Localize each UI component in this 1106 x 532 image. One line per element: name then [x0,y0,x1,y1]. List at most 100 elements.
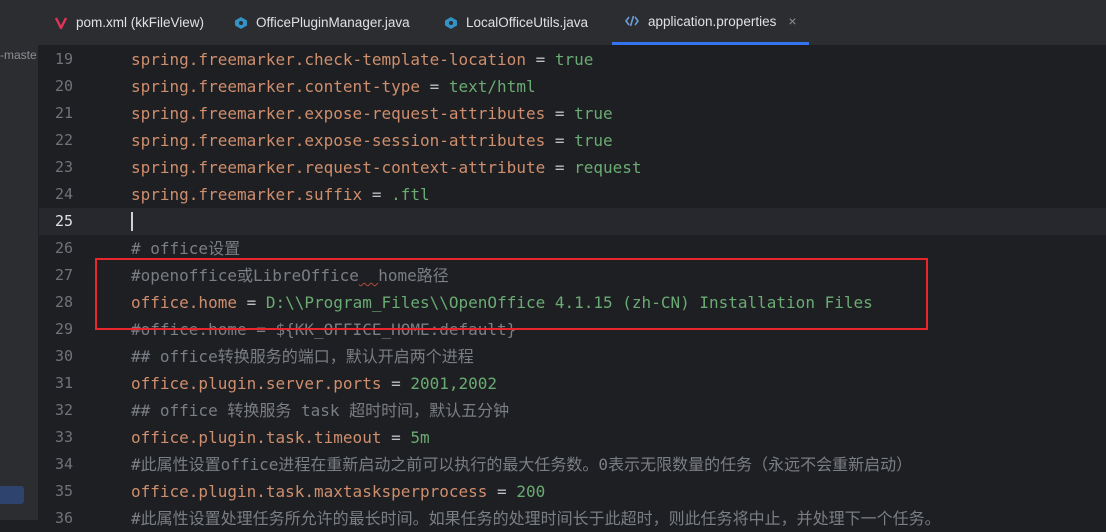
line-number: 26 [54,239,73,257]
comment-text[interactable]: # office设置 [131,235,240,262]
code-text[interactable]: spring.freemarker.expose-request-attribu… [131,100,613,127]
java-class-icon [235,16,247,29]
comment-text[interactable]: ## office转换服务的端口，默认开启两个进程 [131,343,474,370]
line-number: 35 [54,482,73,500]
equals-sign: = [545,158,575,177]
code-text[interactable]: spring.freemarker.request-context-attrib… [131,154,642,181]
code-line: 35 office.plugin.task.maxtasksperprocess… [39,478,1106,505]
code-text[interactable]: spring.freemarker.check-template-locatio… [131,46,593,73]
code-line-current: 25 [39,208,1106,235]
code-line: 19 spring.freemarker.check-template-loca… [39,46,1106,73]
equals-sign: = [236,293,266,312]
property-key: office.plugin.task.timeout [131,428,382,447]
line-number: 28 [54,293,73,311]
tab-label: application.properties [648,13,777,29]
property-value: text/html [448,77,536,96]
property-key: spring.freemarker.request-context-attrib… [131,158,546,177]
comment-text[interactable]: #openoffice或LibreOffice home路径 [131,262,449,289]
property-value: .ftl [391,185,430,204]
property-key: office.plugin.task.maxtasksperprocess [131,482,488,501]
line-number: 25 [54,212,73,230]
equals-sign: = [525,50,555,69]
text-caret [131,212,133,231]
tab-local-office-utils[interactable]: LocalOfficeUtils.java [444,0,588,45]
equals-sign: = [381,374,411,393]
code-line: 34 #此属性设置office进程在重新启动之前可以执行的最大任务数。0表示无限… [39,451,1106,478]
close-icon[interactable]: × [788,13,796,29]
code-line: 32 ## office 转换服务 task 超时时间，默认五分钟 [39,397,1106,424]
code-line: 28 office.home = D:\\Program_Files\\Open… [39,289,1106,316]
comment-part: #openoffice或LibreOffice [131,266,359,285]
property-value: 2001,2002 [410,374,498,393]
equals-sign: = [545,104,575,123]
code-text[interactable]: office.plugin.task.timeout = 5m [131,424,430,451]
editor-tab-bar: pom.xml (kkFileView) OfficePluginManager… [38,0,1106,46]
code-line: 24 spring.freemarker.suffix = .ftl [39,181,1106,208]
property-key: spring.freemarker.suffix [131,185,363,204]
comment-text[interactable]: #此属性设置处理任务所允许的最长时间。如果任务的处理时间长于此超时，则此任务将中… [131,505,941,532]
tab-application-properties[interactable]: application.properties × [612,0,809,45]
comment-text[interactable]: #此属性设置office进程在重新启动之前可以执行的最大任务数。0表示无限数量的… [131,451,912,478]
property-key: office.plugin.server.ports [131,374,382,393]
property-value: true [554,50,594,69]
tab-label: OfficePluginManager.java [256,15,410,30]
equals-sign: = [381,428,411,447]
property-value: 5m [410,428,430,447]
line-number: 22 [54,131,73,149]
line-number: 23 [54,158,73,176]
project-tool-strip: -maste [0,0,39,520]
code-line: 23 spring.freemarker.request-context-att… [39,154,1106,181]
line-number: 33 [54,428,73,446]
code-text[interactable]: spring.freemarker.expose-session-attribu… [131,127,613,154]
property-value: 200 [516,482,546,501]
line-number: 31 [54,374,73,392]
line-number: 19 [54,50,73,68]
property-key: spring.freemarker.content-type [131,77,420,96]
spell-warning [359,266,378,285]
code-text[interactable]: spring.freemarker.suffix = .ftl [131,181,430,208]
tab-office-plugin-manager[interactable]: OfficePluginManager.java [234,0,410,45]
project-name-truncated[interactable]: -maste [0,48,37,62]
property-value: D:\\Program_Files\\OpenOffice 4.1.15 (zh… [265,293,873,312]
code-text[interactable]: office.plugin.server.ports = 2001,2002 [131,370,497,397]
comment-text[interactable]: ## office 转换服务 task 超时时间，默认五分钟 [131,397,509,424]
line-number: 29 [54,320,73,338]
code-line: 29 #office.home = ${KK_OFFICE_HOME:defau… [39,316,1106,343]
code-line: 30 ## office转换服务的端口，默认开启两个进程 [39,343,1106,370]
equals-sign: = [545,131,575,150]
property-value: true [574,104,613,123]
tab-label: pom.xml (kkFileView) [76,15,205,30]
property-key: spring.freemarker.expose-session-attribu… [131,131,546,150]
code-line: 20 spring.freemarker.content-type = text… [39,73,1106,100]
comment-part: home路径 [378,266,449,285]
line-number: 32 [54,401,73,419]
property-value: true [574,131,613,150]
code-line: 22 spring.freemarker.expose-session-attr… [39,127,1106,154]
property-key: spring.freemarker.check-template-locatio… [131,50,526,69]
code-line: 33 office.plugin.task.timeout = 5m [39,424,1106,451]
line-number: 34 [54,455,73,473]
line-number: 21 [54,104,73,122]
line-number: 36 [54,509,73,527]
code-line: 21 spring.freemarker.expose-request-attr… [39,100,1106,127]
maven-icon [54,16,68,29]
project-tree-selection[interactable] [0,486,24,504]
code-line: 26 # office设置 [39,235,1106,262]
equals-sign: = [487,482,517,501]
comment-text[interactable]: #office.home = ${KK_OFFICE_HOME:default} [131,316,516,343]
line-number: 20 [54,77,73,95]
code-text[interactable]: office.plugin.task.maxtasksperprocess = … [131,478,545,505]
code-editor[interactable]: 19 spring.freemarker.check-template-loca… [39,46,1106,528]
line-number: 24 [54,185,73,203]
code-text[interactable]: office.home = D:\\Program_Files\\OpenOff… [131,289,873,316]
properties-file-icon [625,15,639,27]
tab-pom-xml[interactable]: pom.xml (kkFileView) [54,0,204,45]
property-key: office.home [131,293,237,312]
property-key: spring.freemarker.expose-request-attribu… [131,104,546,123]
code-text[interactable]: spring.freemarker.content-type = text/ht… [131,73,536,100]
tab-label: LocalOfficeUtils.java [466,15,589,30]
equals-sign: = [362,185,392,204]
java-class-icon [445,16,457,29]
line-number: 30 [54,347,73,365]
code-line: 36 #此属性设置处理任务所允许的最长时间。如果任务的处理时间长于此超时，则此任… [39,505,1106,532]
